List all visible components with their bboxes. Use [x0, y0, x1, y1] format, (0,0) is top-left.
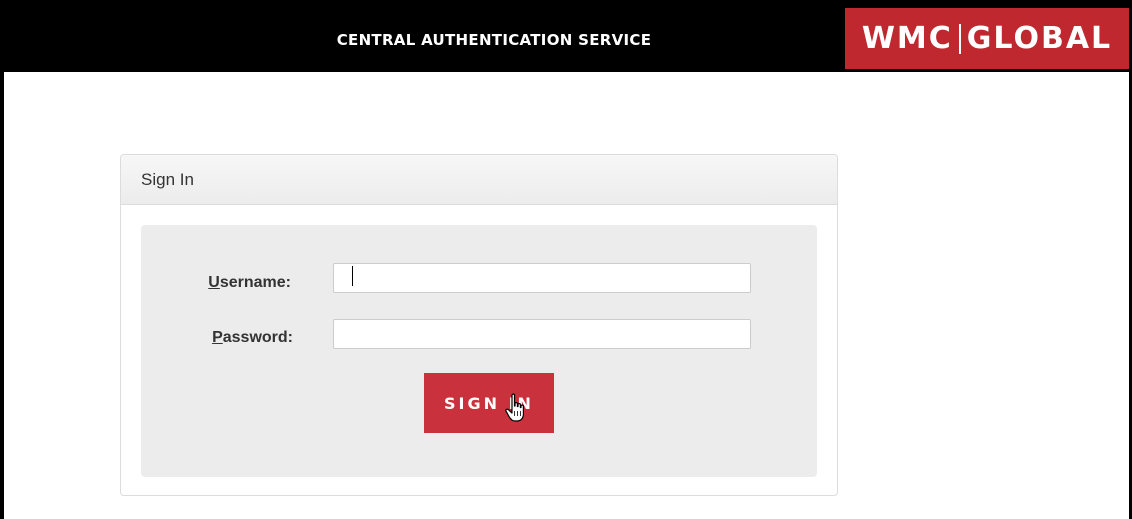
- password-label-text: assword:: [222, 329, 293, 346]
- brand-logo: WMC GLOBAL: [845, 8, 1129, 69]
- sign-in-button[interactable]: SIGN IN: [424, 373, 554, 433]
- header-bar: CENTRAL AUTHENTICATION SERVICE WMC GLOBA…: [4, 8, 1129, 72]
- logo-separator: [958, 23, 961, 54]
- username-label: Username:: [141, 274, 291, 292]
- username-input[interactable]: [333, 263, 751, 293]
- sign-in-panel: Sign In Username: Password: SIGN IN: [120, 154, 838, 496]
- login-form: Username: Password: SIGN IN: [141, 225, 817, 477]
- logo-text-left: WMC: [861, 21, 953, 56]
- username-label-accesskey: U: [208, 274, 220, 291]
- username-label-text: sername:: [219, 274, 291, 291]
- password-label: Password:: [143, 329, 293, 347]
- logo-text: WMC GLOBAL: [845, 8, 1129, 69]
- panel-heading: Sign In: [121, 155, 837, 205]
- password-label-accesskey: P: [212, 329, 223, 346]
- header-title: CENTRAL AUTHENTICATION SERVICE: [336, 31, 652, 49]
- hand-pointer-icon: [505, 393, 524, 422]
- logo-text-right: GLOBAL: [966, 21, 1113, 56]
- password-input[interactable]: [333, 319, 751, 349]
- browser-frame: CENTRAL AUTHENTICATION SERVICE WMC GLOBA…: [0, 0, 1132, 519]
- text-caret: [352, 266, 353, 286]
